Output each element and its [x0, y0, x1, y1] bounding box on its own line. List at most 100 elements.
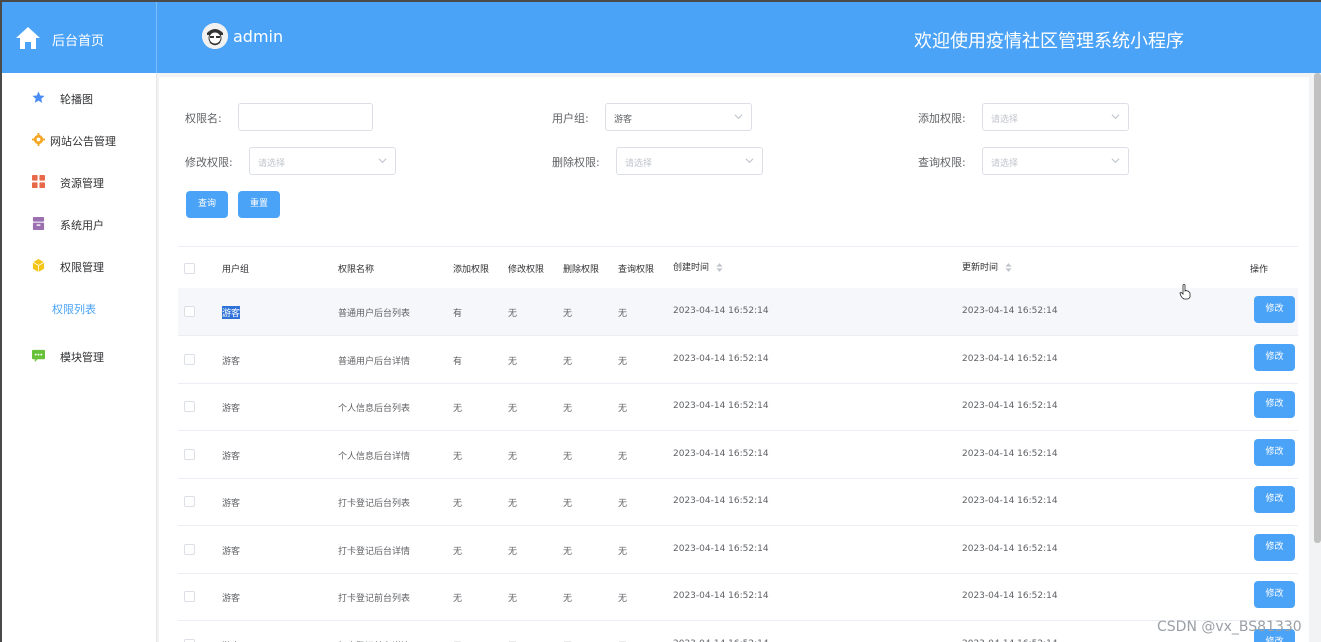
chevron-down-icon	[1111, 158, 1120, 164]
cell-perm-name: 打卡登记前台列表	[338, 594, 411, 604]
add-perm-select[interactable]: 请选择	[982, 103, 1129, 131]
row-checkbox[interactable]	[184, 306, 195, 317]
grid-icon	[32, 175, 45, 188]
hand-cursor-icon	[1179, 284, 1191, 300]
cell-user-group: 游客	[222, 404, 241, 414]
home-icon	[16, 27, 40, 49]
cell-query-perm: 无	[618, 594, 628, 604]
search-button[interactable]: 查询	[186, 191, 228, 218]
message-icon	[32, 349, 45, 362]
cell-created-time: 2023-04-14 16:52:14	[673, 591, 769, 601]
delete-perm-select[interactable]: 请选择	[616, 147, 763, 175]
perm-name-input[interactable]	[238, 103, 373, 131]
cube-icon	[32, 259, 45, 272]
sidebar-item-resources[interactable]: 资源管理	[2, 167, 156, 197]
col-query-perm: 查询权限	[618, 265, 655, 275]
sidebar: 轮播图 网站公告管理 资源管理 系统用户 权限管理 权限列表 模块管理	[2, 73, 157, 642]
sidebar-item-carousel[interactable]: 轮播图	[2, 83, 156, 113]
col-actions: 操作	[1250, 265, 1269, 275]
user-group-label: 用户组:	[552, 112, 589, 125]
cell-edit-perm: 无	[508, 404, 518, 414]
query-perm-label: 查询权限:	[918, 156, 966, 169]
edit-button[interactable]: 修改	[1254, 296, 1295, 323]
cell-add-perm: 有	[453, 309, 463, 319]
cell-edit-perm: 无	[508, 356, 518, 367]
cell-updated-time: 2023-04-14 16:52:14	[962, 306, 1058, 316]
sort-icon[interactable]	[716, 263, 723, 272]
table-row[interactable]: 游客 打卡登记后台详情 无 无 无 无 2023-04-14 16:52:14 2023-04…	[178, 526, 1298, 574]
cell-query-perm: 无	[618, 546, 628, 557]
sort-icon[interactable]	[1005, 263, 1012, 272]
edit-button[interactable]: 修改	[1254, 533, 1295, 561]
cell-user-group: 游客	[222, 639, 240, 642]
cell-perm-name: 打卡登记后台列表	[338, 499, 411, 509]
cell-delete-perm: 无	[563, 546, 573, 557]
col-edit-perm: 修改权限	[508, 265, 545, 275]
brand-home-link[interactable]: 后台首页	[2, 2, 157, 73]
gear-icon	[32, 133, 45, 146]
edit-button[interactable]: 修改	[1254, 486, 1295, 513]
cell-query-perm: 无	[618, 499, 628, 509]
table-header: 用户组 权限名称 添加权限 修改权限 删除权限 查询权限 创建时间 更新时间 操…	[178, 246, 1298, 289]
table-row[interactable]: 游客 打卡登记前台列表 无 无 无 无 2023-04-14 16:52:14 2023-04…	[178, 573, 1298, 621]
edit-button[interactable]: 修改	[1254, 438, 1295, 466]
chevron-down-icon	[378, 158, 387, 164]
chevron-down-icon	[1111, 114, 1120, 120]
vertical-scrollbar[interactable]	[1314, 73, 1321, 543]
cell-edit-perm: 无	[508, 594, 518, 604]
username: admin	[233, 27, 284, 46]
cell-edit-perm: 无	[508, 451, 518, 462]
sidebar-item-modules[interactable]: 模块管理	[2, 341, 156, 371]
row-checkbox[interactable]	[184, 591, 195, 602]
edit-button[interactable]: 修改	[1254, 391, 1295, 418]
row-checkbox[interactable]	[184, 543, 195, 555]
cell-user-group: 游客	[222, 546, 241, 557]
table-row[interactable]: 游客 普通用户后台列表 有 无 无 无 2023-04-14 16:52:14 2023-04…	[178, 288, 1298, 336]
user-group-select[interactable]: 游客	[605, 103, 752, 131]
cell-perm-name: 个人信息后台列表	[338, 404, 411, 414]
cell-created-time: 2023-04-14 16:52:14	[673, 496, 769, 506]
table-row[interactable]: 游客 个人信息后台列表 无 无 无 无 2023-04-14 16:52:14 2023-04…	[178, 383, 1298, 431]
select-all-checkbox[interactable]	[184, 263, 195, 274]
cell-updated-time: 2023-04-14 16:52:14	[962, 591, 1058, 601]
sidebar-subitem-permission-list[interactable]: 权限列表	[2, 293, 156, 323]
sidebar-item-announcements[interactable]: 网站公告管理	[2, 125, 156, 155]
cell-user-group: 游客	[222, 306, 241, 319]
table-row[interactable]: 游客 普通用户后台详情 有 无 无 无 2023-04-14 16:52:14 2023-04…	[178, 336, 1298, 384]
user-group-value: 游客	[614, 115, 633, 125]
table-row[interactable]: 游客 打卡登记后台列表 无 无 无 无 2023-04-14 16:52:14 2023-04…	[178, 478, 1298, 526]
edit-perm-select[interactable]: 请选择	[249, 147, 396, 175]
perm-name-label: 权限名:	[185, 112, 222, 125]
sidebar-item-permissions[interactable]: 权限管理	[2, 251, 156, 281]
cell-updated-time: 2023-04-14 16:52:14	[962, 353, 1058, 364]
avatar[interactable]	[202, 23, 228, 49]
cell-updated-time: 2023-04-14 16:52:14	[962, 401, 1058, 411]
row-checkbox[interactable]	[184, 401, 195, 412]
cell-created-time: 2023-04-14 16:52:14	[673, 543, 769, 554]
col-created-time[interactable]: 创建时间	[673, 260, 723, 273]
cell-created-time: 2023-04-14 16:52:14	[673, 353, 769, 364]
sidebar-item-system-users[interactable]: 系统用户	[2, 209, 156, 239]
reset-button[interactable]: 重置	[238, 191, 280, 218]
row-checkbox[interactable]	[184, 496, 195, 507]
row-checkbox[interactable]	[184, 448, 195, 460]
edit-button[interactable]: 修改	[1254, 343, 1295, 371]
cell-edit-perm: 无	[508, 639, 517, 642]
cell-add-perm: 无	[453, 546, 463, 557]
sidebar-item-label: 系统用户	[60, 219, 104, 232]
cell-delete-perm: 无	[563, 639, 572, 642]
cell-query-perm: 无	[618, 309, 628, 319]
cell-user-group: 游客	[222, 594, 241, 604]
table-row[interactable]: 游客 打卡登记前台详情 无 无 无 无 2023-04-14 16:52:14 2023-04…	[178, 621, 1298, 642]
edit-perm-label: 修改权限:	[185, 156, 233, 169]
add-perm-label: 添加权限:	[918, 112, 966, 125]
table-row[interactable]: 游客 个人信息后台详情 无 无 无 无 2023-04-14 16:52:14 2023-04…	[178, 431, 1298, 479]
col-updated-time[interactable]: 更新时间	[962, 260, 1012, 273]
row-checkbox[interactable]	[184, 638, 195, 642]
home-label: 后台首页	[52, 34, 105, 49]
query-perm-select[interactable]: 请选择	[982, 147, 1129, 175]
row-checkbox[interactable]	[184, 353, 195, 365]
col-user-group: 用户组	[222, 265, 250, 275]
archive-icon	[32, 217, 45, 230]
edit-button[interactable]: 修改	[1254, 581, 1295, 608]
